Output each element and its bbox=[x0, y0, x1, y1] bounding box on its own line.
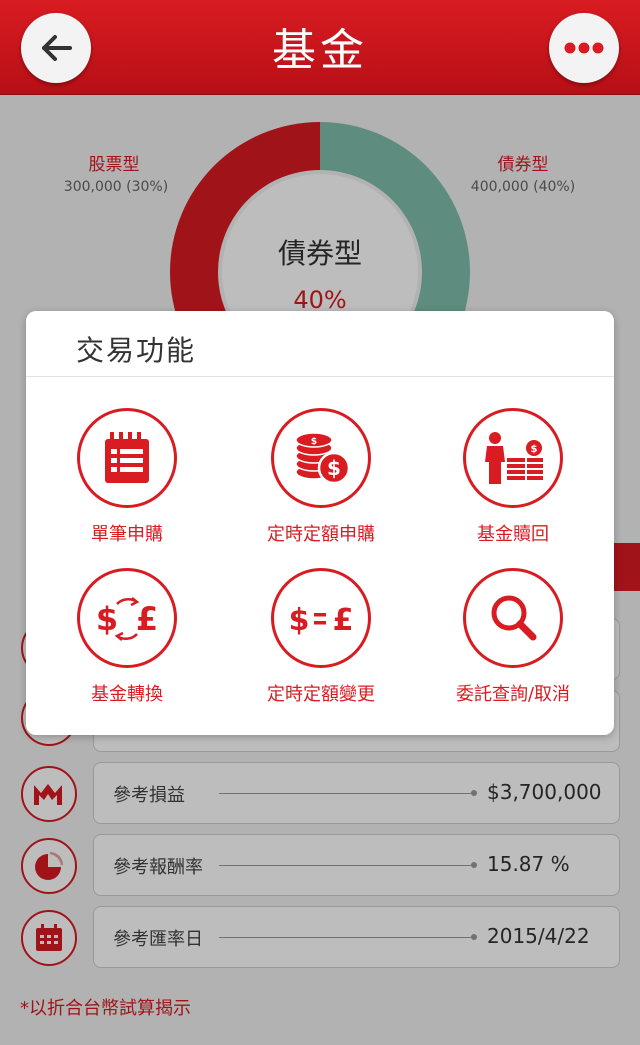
svg-text:£: £ bbox=[333, 603, 354, 638]
currency-equal-icon: $ £ bbox=[289, 603, 354, 638]
header-bar: 基金 bbox=[0, 0, 640, 95]
svg-text:$: $ bbox=[327, 456, 341, 480]
function-label: 基金轉換 bbox=[91, 684, 163, 705]
coins-icon: $ $ bbox=[295, 432, 351, 485]
page-title: 基金 bbox=[272, 25, 368, 76]
calendar-icon bbox=[105, 432, 149, 483]
function-label: 委託查詢/取消 bbox=[455, 684, 571, 705]
fund-redemption-button[interactable]: $ 基金贖回 bbox=[423, 408, 603, 546]
trade-function-dialog: 交易功能 單筆申購 $ $ 定時定額申購 $ 基金贖回 $ £ 基金轉換 $ £… bbox=[26, 311, 614, 735]
regular-investment-purchase-button[interactable]: $ $ 定時定額申購 bbox=[231, 408, 411, 546]
svg-text:$: $ bbox=[289, 603, 310, 638]
function-label: 基金贖回 bbox=[477, 524, 549, 545]
more-button[interactable] bbox=[549, 13, 619, 83]
divider bbox=[26, 376, 614, 377]
currency-exchange-icon: $ £ bbox=[96, 597, 158, 641]
more-dots-icon bbox=[564, 42, 604, 54]
svg-text:$: $ bbox=[96, 600, 118, 638]
order-inquiry-cancel-button[interactable]: 委託查詢/取消 bbox=[423, 568, 603, 706]
function-label: 單筆申購 bbox=[91, 524, 163, 545]
search-icon bbox=[491, 595, 537, 641]
svg-text:$: $ bbox=[311, 437, 317, 447]
svg-text:£: £ bbox=[136, 600, 158, 638]
fund-switch-button[interactable]: $ £ 基金轉換 bbox=[37, 568, 217, 706]
svg-text:$: $ bbox=[531, 444, 538, 455]
dialog-title: 交易功能 bbox=[76, 334, 197, 367]
function-label: 定時定額申購 bbox=[267, 524, 375, 545]
single-purchase-button[interactable]: 單筆申購 bbox=[37, 408, 217, 546]
function-label: 定時定額變更 bbox=[267, 684, 375, 705]
person-coins-icon: $ bbox=[485, 432, 543, 484]
regular-investment-change-button[interactable]: $ £ 定時定額變更 bbox=[231, 568, 411, 706]
